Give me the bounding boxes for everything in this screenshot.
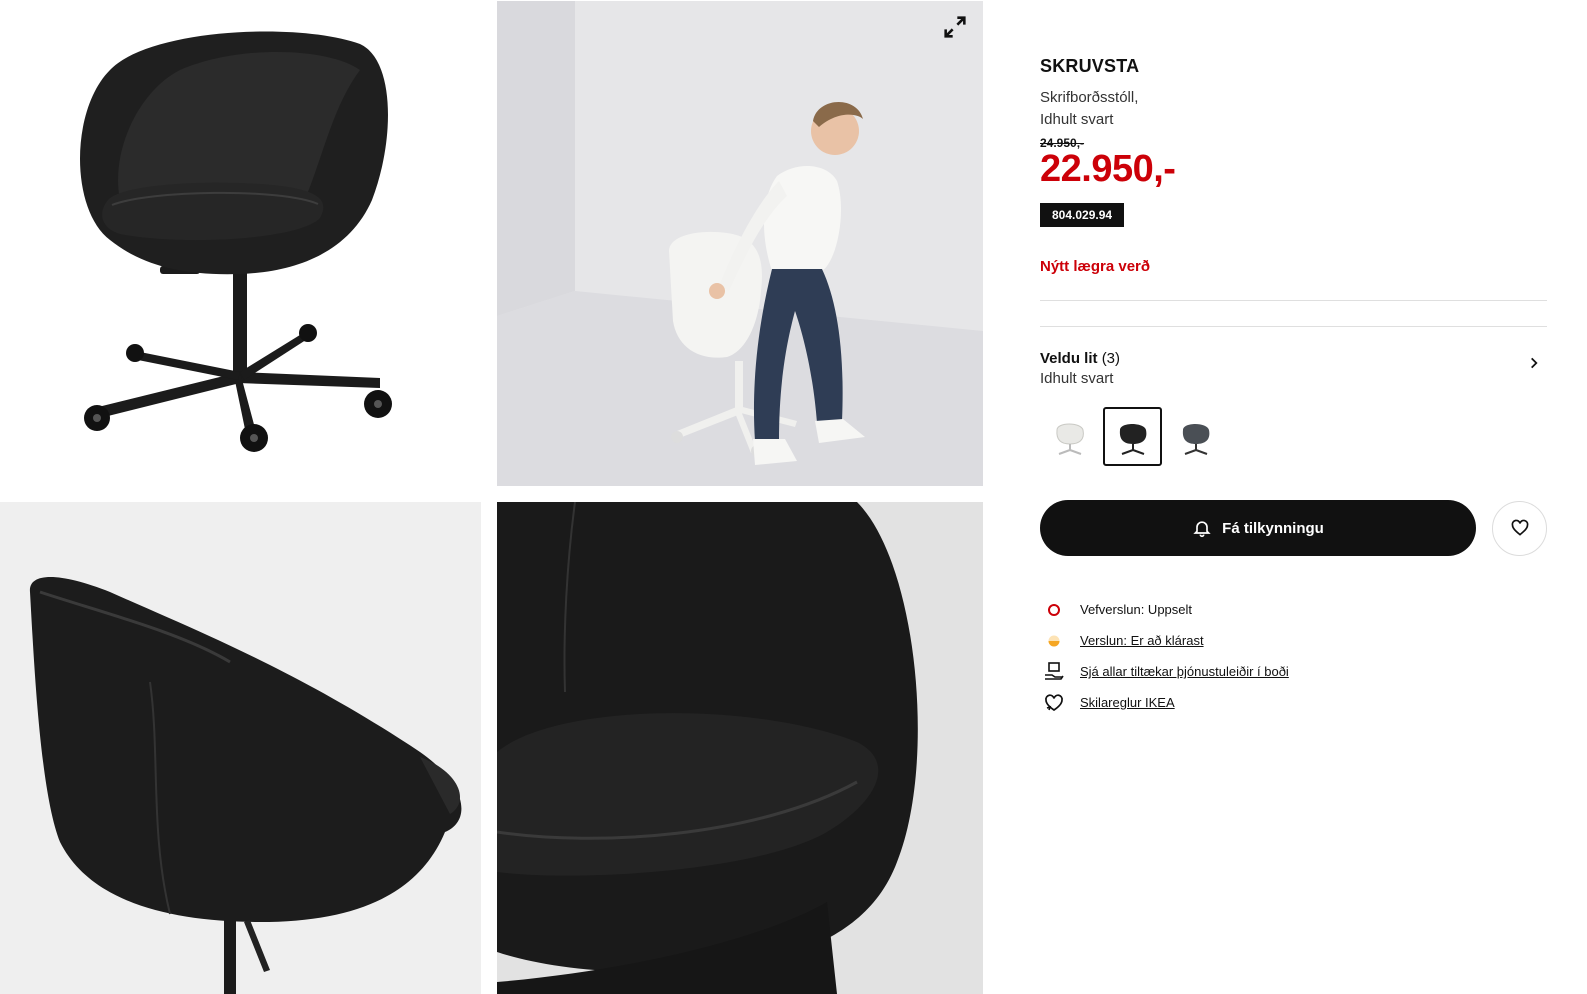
choose-color-label: Veldu lit (1040, 350, 1098, 367)
swatch-dark-grey[interactable] (1166, 407, 1225, 466)
services-row: Sjá allar tiltækar þjónustuleiðir í boði (1040, 656, 1547, 687)
expand-image-button[interactable] (941, 13, 969, 41)
low-stock-status-icon (1040, 634, 1068, 648)
product-type: Skrifborðsstóll, (1040, 89, 1139, 106)
product-variant: Idhult svart (1040, 111, 1114, 128)
product-front-image[interactable] (0, 0, 481, 486)
notify-me-label: Fá tilkynningu (1222, 519, 1324, 537)
expand-arrows-icon (944, 16, 966, 38)
online-availability: Vefverslun: Uppselt (1040, 594, 1547, 625)
color-swatches (1040, 407, 1547, 466)
swatch-black[interactable] (1103, 407, 1162, 466)
black-swivel-chair-front-illustration (80, 31, 392, 452)
availability-list: Vefverslun: Uppselt Verslun: Er að klára… (1040, 594, 1547, 718)
store-availability: Verslun: Er að klárast (1040, 625, 1547, 656)
swatch-white[interactable] (1040, 407, 1099, 466)
return-policy-icon (1040, 693, 1068, 712)
delivery-service-icon (1040, 661, 1068, 682)
choose-color-title: Veldu lit (3) (1040, 350, 1547, 367)
black-chair-thumbnail (1119, 423, 1146, 455)
product-detail-image[interactable] (497, 502, 983, 994)
selected-color-name: Idhult svart (1040, 370, 1114, 387)
store-availability-link[interactable]: Verslun: Er að klárast (1080, 633, 1204, 648)
black-chair-side-view-illustration (0, 502, 481, 994)
black-chair-seat-closeup-illustration (497, 502, 983, 994)
choose-color-row[interactable]: Veldu lit (3) Idhult svart (1040, 350, 1547, 396)
divider (1040, 326, 1547, 327)
online-availability-text: Vefverslun: Uppselt (1080, 602, 1193, 617)
color-count: (3) (1101, 350, 1121, 367)
divider (1040, 300, 1547, 301)
notify-me-button[interactable]: Fá tilkynningu (1040, 500, 1476, 556)
product-side-image[interactable] (0, 502, 481, 994)
article-number-badge: 804.029.94 (1040, 203, 1125, 227)
product-info-panel: SKRUVSTA Skrifborðsstóll, Idhult svart 2… (1040, 56, 1547, 718)
chevron-right-icon (1531, 357, 1538, 369)
return-policy-row: Skilareglur IKEA (1040, 687, 1547, 718)
purchase-actions: Fá tilkynningu (1040, 500, 1547, 556)
services-link[interactable]: Sjá allar tiltækar þjónustuleiðir í boði (1080, 664, 1289, 679)
return-policy-link[interactable]: Skilareglur IKEA (1080, 695, 1175, 710)
new-lower-price-label: Nýtt lægra verð (1040, 258, 1151, 275)
heart-icon (1511, 519, 1528, 536)
out-of-stock-status-icon (1040, 603, 1068, 617)
product-name: SKRUVSTA (1040, 56, 1140, 76)
favorite-button[interactable] (1492, 500, 1547, 556)
current-price: 22.950,- (1040, 148, 1176, 190)
white-chair-thumbnail (1055, 423, 1084, 455)
product-lifestyle-image[interactable] (497, 1, 983, 486)
product-description: Skrifborðsstóll, Idhult svart (1040, 87, 1547, 131)
grey-chair-thumbnail (1182, 423, 1209, 455)
bell-icon (1193, 521, 1211, 538)
man-sitting-on-white-chair-illustration (497, 1, 983, 486)
